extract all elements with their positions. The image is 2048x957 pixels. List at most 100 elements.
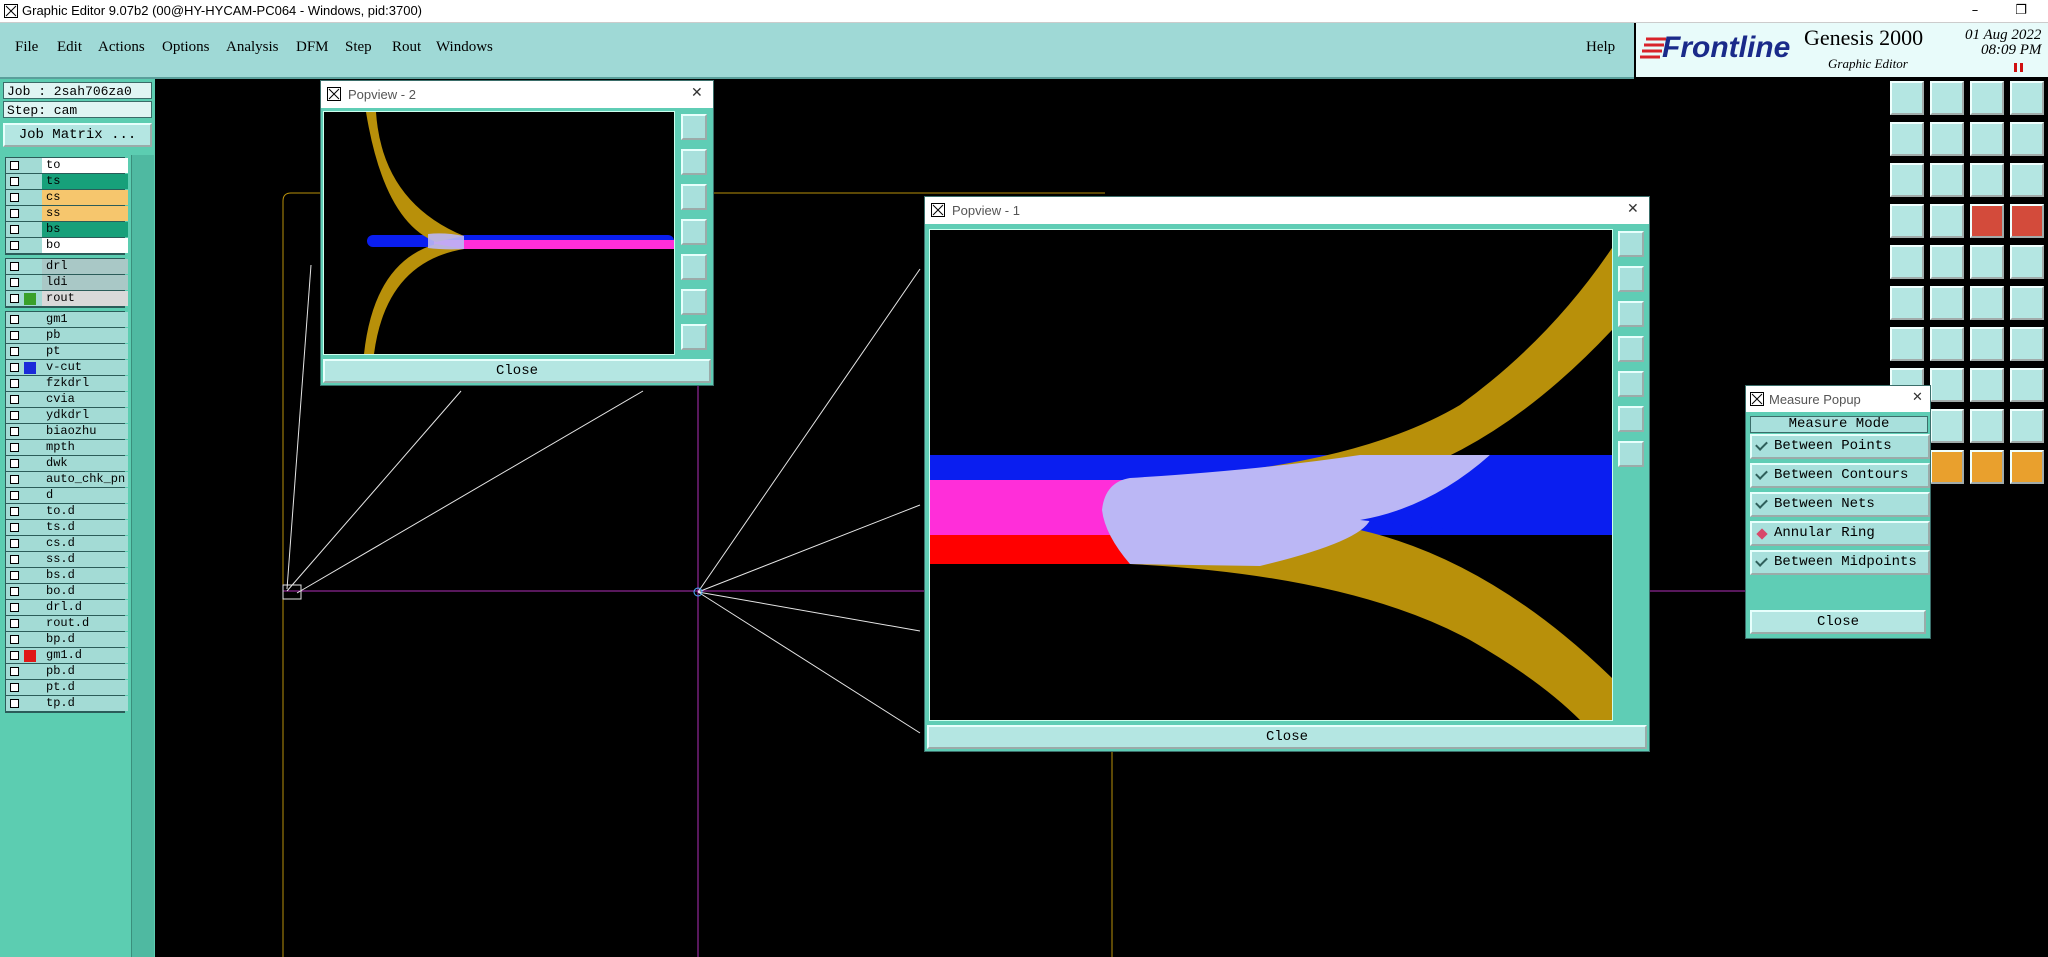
- measure-option[interactable]: Between Nets: [1750, 492, 1930, 517]
- layer-name[interactable]: ss.d: [42, 552, 128, 567]
- scale-icon[interactable]: [1970, 163, 2004, 197]
- layer-checkbox[interactable]: [10, 262, 19, 271]
- layer-checkbox[interactable]: [10, 635, 19, 644]
- layer-checkbox[interactable]: [10, 209, 19, 218]
- zoom-out-icon[interactable]: [681, 289, 707, 315]
- layer-row[interactable]: bo: [6, 238, 128, 254]
- layer-row[interactable]: pt: [6, 344, 128, 360]
- layer-row[interactable]: dwk: [6, 456, 128, 472]
- layer-name[interactable]: auto_chk_pn: [42, 472, 128, 487]
- measure-close-button[interactable]: Close: [1750, 610, 1926, 634]
- settings-icon[interactable]: [1890, 204, 1924, 238]
- layer-name[interactable]: gm1.d: [42, 648, 128, 663]
- layer-name[interactable]: cs.d: [42, 536, 128, 551]
- line-icon[interactable]: [1930, 245, 1964, 279]
- pan-down-icon[interactable]: [1618, 301, 1644, 327]
- angle-icon[interactable]: [1890, 327, 1924, 361]
- layer-row[interactable]: fzkdrl: [6, 376, 128, 392]
- layer-checkbox[interactable]: [10, 331, 19, 340]
- zoom-out-icon[interactable]: [1618, 406, 1644, 432]
- alert-icon[interactable]: [2010, 409, 2044, 443]
- layer-row[interactable]: auto_chk_pn: [6, 472, 128, 488]
- feature-icon[interactable]: [2010, 204, 2044, 238]
- layer-name[interactable]: pt.d: [42, 680, 128, 695]
- layer-name[interactable]: pb: [42, 328, 128, 343]
- layer-checkbox[interactable]: [10, 161, 19, 170]
- layer-row[interactable]: cvia: [6, 392, 128, 408]
- pointer-icon[interactable]: [1930, 450, 1964, 484]
- measure-option[interactable]: Annular Ring: [1750, 521, 1930, 546]
- pan-right-icon[interactable]: [681, 254, 707, 280]
- save-icon[interactable]: [1930, 81, 1964, 115]
- measure-option[interactable]: Between Contours: [1750, 463, 1930, 488]
- menu-step[interactable]: Step: [345, 39, 372, 56]
- popview-2-close-button[interactable]: Close: [323, 359, 711, 383]
- layer-checkbox[interactable]: [10, 177, 19, 186]
- flag-icon[interactable]: [1930, 409, 1964, 443]
- help-icon[interactable]: [2010, 163, 2044, 197]
- layer-name[interactable]: ts: [42, 174, 128, 189]
- measure-icon[interactable]: [1970, 245, 2004, 279]
- layer-name[interactable]: tp.d: [42, 696, 128, 711]
- measure-popup-close-x[interactable]: ✕: [1912, 390, 1923, 405]
- zoom-fit-icon[interactable]: [1890, 163, 1924, 197]
- popview-2-canvas[interactable]: [323, 111, 675, 355]
- split-icon[interactable]: [2010, 327, 2044, 361]
- layer-row[interactable]: drl.d: [6, 600, 128, 616]
- zoom-in-icon[interactable]: [681, 324, 707, 350]
- layer-row[interactable]: to.d: [6, 504, 128, 520]
- layer-row[interactable]: pb: [6, 328, 128, 344]
- pad-icon[interactable]: [1890, 245, 1924, 279]
- layer-checkbox[interactable]: [10, 587, 19, 596]
- menu-file[interactable]: File: [15, 39, 38, 56]
- zoom-in-icon[interactable]: [1618, 441, 1644, 467]
- drag-icon[interactable]: [2010, 450, 2044, 484]
- menu-actions[interactable]: Actions: [98, 39, 145, 56]
- layer-name[interactable]: bs.d: [42, 568, 128, 583]
- grid-icon[interactable]: [2010, 81, 2044, 115]
- layer-row[interactable]: bs.d: [6, 568, 128, 584]
- slope-icon[interactable]: [1930, 327, 1964, 361]
- layer-row[interactable]: ydkdrl: [6, 408, 128, 424]
- menu-dfm[interactable]: DFM: [296, 39, 329, 56]
- layer-name[interactable]: biaozhu: [42, 424, 128, 439]
- layer-name[interactable]: bs: [42, 222, 128, 237]
- layer-checkbox[interactable]: [10, 379, 19, 388]
- delete-icon[interactable]: [1930, 286, 1964, 320]
- connect-icon[interactable]: [1930, 204, 1964, 238]
- layer-name[interactable]: to: [42, 158, 128, 173]
- layer-checkbox[interactable]: [10, 619, 19, 628]
- layer-checkbox[interactable]: [10, 193, 19, 202]
- pan-right-icon[interactable]: [1618, 371, 1644, 397]
- measure-option[interactable]: Between Points: [1750, 434, 1930, 459]
- layer-checkbox[interactable]: [10, 411, 19, 420]
- layer-checkbox[interactable]: [10, 555, 19, 564]
- open-icon[interactable]: [1890, 81, 1924, 115]
- warn-icon[interactable]: [1970, 409, 2004, 443]
- restore-button[interactable]: ❐: [1998, 0, 2044, 22]
- cut-icon[interactable]: [1930, 368, 1964, 402]
- copy-icon[interactable]: [1970, 122, 2004, 156]
- layer-row[interactable]: bp.d: [6, 632, 128, 648]
- menu-help[interactable]: Help: [1586, 39, 1615, 56]
- layer-name[interactable]: dwk: [42, 456, 128, 471]
- layer-row[interactable]: to: [6, 158, 128, 174]
- layer-row[interactable]: v-cut: [6, 360, 128, 376]
- layer-checkbox[interactable]: [10, 363, 19, 372]
- layer-checkbox[interactable]: [10, 294, 19, 303]
- layer-checkbox[interactable]: [10, 347, 19, 356]
- layer-row[interactable]: d: [6, 488, 128, 504]
- layer-checkbox[interactable]: [10, 491, 19, 500]
- layer-name[interactable]: d: [42, 488, 128, 503]
- layer-checkbox[interactable]: [10, 539, 19, 548]
- zoom-fit-icon[interactable]: [1618, 231, 1644, 257]
- layer-name[interactable]: to.d: [42, 504, 128, 519]
- layer-name[interactable]: gm1: [42, 312, 128, 327]
- layer-scrollbar[interactable]: [131, 155, 154, 957]
- layer-name[interactable]: pt: [42, 344, 128, 359]
- layer-checkbox[interactable]: [10, 315, 19, 324]
- pan-left-icon[interactable]: [1618, 336, 1644, 362]
- layer-row[interactable]: rout: [6, 291, 128, 307]
- import-icon[interactable]: [1890, 122, 1924, 156]
- layer-checkbox[interactable]: [10, 459, 19, 468]
